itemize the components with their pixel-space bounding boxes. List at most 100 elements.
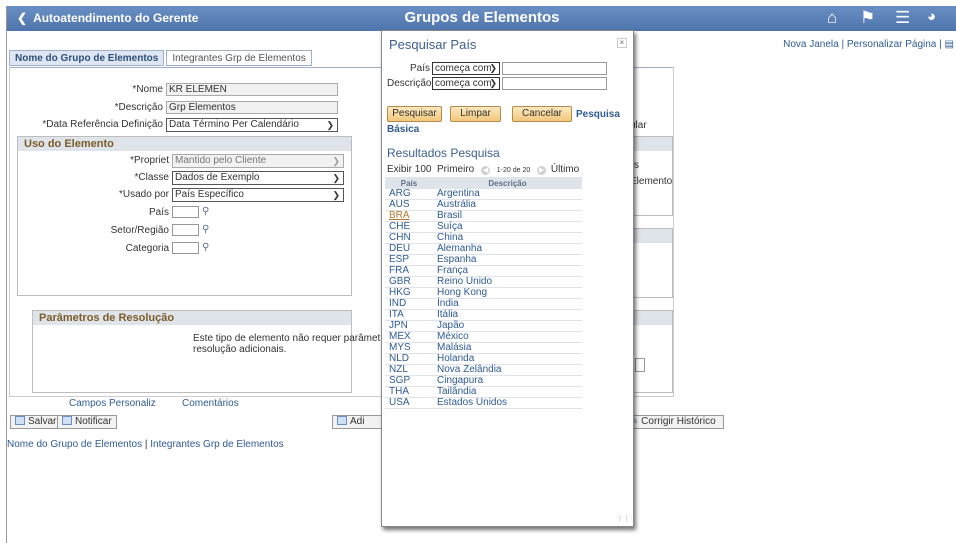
col-header-pais[interactable]: País [385, 177, 433, 189]
table-row[interactable]: NZL Nova Zelândia [385, 364, 582, 377]
add-button[interactable]: Adi [332, 415, 382, 429]
pais-search-input[interactable] [502, 62, 607, 75]
country-code[interactable]: SGP [385, 375, 433, 388]
last-label[interactable]: Último [551, 164, 579, 175]
nome-field[interactable]: KR ELEMEN [166, 83, 338, 96]
table-row[interactable]: CHE Suíça [385, 221, 582, 234]
country-code[interactable]: CHE [385, 221, 433, 234]
table-row[interactable]: HKG Hong Kong [385, 287, 582, 300]
country-code[interactable]: MYS [385, 342, 433, 355]
setor-regiao-field[interactable] [172, 224, 199, 236]
comentarios-link[interactable]: Comentários [182, 398, 239, 409]
country-code[interactable]: JPN [385, 320, 433, 333]
country-code[interactable]: NLD [385, 353, 433, 366]
country-code[interactable]: NZL [385, 364, 433, 377]
country-code[interactable]: IND [385, 298, 433, 311]
country-code[interactable]: BRA [385, 210, 433, 223]
country-name[interactable]: Alemanha [433, 243, 582, 256]
tab-nome-grupo[interactable]: Nome do Grupo de Elementos [9, 50, 165, 66]
country-name[interactable]: Argentina [433, 189, 582, 201]
country-code[interactable]: GBR [385, 276, 433, 289]
personalize-page-link[interactable]: Personalizar Página [847, 39, 937, 50]
table-row[interactable]: AUS Austrália [385, 199, 582, 212]
search-icon[interactable]: ⚲ [202, 224, 209, 235]
close-icon[interactable]: × [617, 38, 627, 48]
menu-icon[interactable]: ☰ [895, 8, 910, 28]
table-row[interactable]: SGP Cingapura [385, 375, 582, 388]
country-name[interactable]: Tailândia [433, 386, 582, 399]
table-row[interactable]: JPN Japão [385, 320, 582, 333]
basic-search-link[interactable]: Pesquisa [576, 109, 620, 120]
table-row[interactable]: USA Estados Unidos [385, 397, 582, 410]
data-referencia-select[interactable]: Data Término Per Calendário ❯ [166, 118, 338, 132]
cancel-button[interactable]: Cancelar [512, 106, 572, 122]
country-name[interactable]: Espanha [433, 254, 582, 267]
table-row[interactable]: THA Tailândia [385, 386, 582, 399]
clear-button[interactable]: Limpar [450, 106, 501, 122]
table-row[interactable]: IND Índia [385, 298, 582, 311]
country-code[interactable]: THA [385, 386, 433, 399]
country-name[interactable]: Cingapura [433, 375, 582, 388]
country-name[interactable]: Estados Unidos [433, 397, 582, 410]
country-name[interactable]: Austrália [433, 199, 582, 212]
first-label[interactable]: Primeiro [437, 164, 474, 175]
table-row[interactable]: DEU Alemanha [385, 243, 582, 256]
country-name[interactable]: Japão [433, 320, 582, 333]
help-icon[interactable]: ▤ [945, 39, 954, 50]
pais-operator-select[interactable]: começa com ❯ [432, 62, 500, 75]
country-code[interactable]: DEU [385, 243, 433, 256]
bottom-link-integrantes[interactable]: Integrantes Grp de Elementos [150, 439, 283, 450]
search-button[interactable]: Pesquisar [387, 106, 442, 122]
exibir-link[interactable]: Exibir 100 [387, 164, 431, 175]
country-code[interactable]: ITA [385, 309, 433, 322]
country-code[interactable]: HKG [385, 287, 433, 300]
campos-personaliz-link[interactable]: Campos Personaliz [69, 398, 156, 409]
notify-button[interactable]: Notificar [57, 415, 117, 429]
descricao-search-input[interactable] [502, 77, 607, 90]
country-code[interactable]: USA [385, 397, 433, 410]
resize-handle-icon[interactable]: ⋮⋮ [616, 515, 630, 523]
previous-icon[interactable]: ◀ [481, 166, 491, 175]
flag-icon[interactable]: ⚑ [860, 8, 875, 28]
categoria-field[interactable] [172, 242, 199, 254]
country-code[interactable]: CHN [385, 232, 433, 245]
country-name[interactable]: Índia [433, 298, 582, 311]
new-window-link[interactable]: Nova Janela [783, 39, 839, 50]
table-row[interactable]: CHN China [385, 232, 582, 245]
table-row[interactable]: NLD Holanda [385, 353, 582, 366]
country-code[interactable]: ESP [385, 254, 433, 267]
next-icon[interactable]: ▶ [537, 166, 547, 175]
descricao-operator-select[interactable]: começa com ❯ [432, 77, 500, 90]
country-name[interactable]: Itália [433, 309, 582, 322]
classe-select[interactable]: Dados de Exemplo ❯ [172, 171, 344, 185]
country-name[interactable]: Holanda [433, 353, 582, 366]
country-name[interactable]: Suíça [433, 221, 582, 234]
table-row[interactable]: MYS Malásia [385, 342, 582, 355]
country-name[interactable]: Nova Zelândia [433, 364, 582, 377]
country-name[interactable]: Brasil [433, 210, 582, 223]
country-code[interactable]: AUS [385, 199, 433, 212]
correct-history-button[interactable]: ✎ Corrigir Histórico [625, 415, 724, 429]
save-button[interactable]: Salvar [10, 415, 62, 429]
country-code[interactable]: FRA [385, 265, 433, 278]
table-row[interactable]: GBR Reino Unido [385, 276, 582, 289]
bottom-link-nome-grupo[interactable]: Nome do Grupo de Elementos [7, 439, 142, 450]
tab-integrantes[interactable]: Integrantes Grp de Elementos [166, 50, 312, 66]
descricao-field[interactable]: Grp Elementos [166, 101, 338, 114]
country-code[interactable]: ARG [385, 189, 433, 201]
pais-field[interactable] [172, 206, 199, 218]
country-code[interactable]: MEX [385, 331, 433, 344]
search-icon[interactable]: ⚲ [202, 206, 209, 217]
col-header-descricao[interactable]: Descrição [433, 177, 582, 189]
navbar-icon[interactable]: ◕ [927, 8, 936, 25]
usado-por-select[interactable]: País Específico ❯ [172, 188, 344, 202]
basic-search-link-2[interactable]: Básica [387, 124, 419, 135]
country-name[interactable]: China [433, 232, 582, 245]
country-name[interactable]: México [433, 331, 582, 344]
table-row[interactable]: FRA França [385, 265, 582, 278]
table-row[interactable]: ARG Argentina [385, 189, 582, 201]
table-row[interactable]: MEX México [385, 331, 582, 344]
home-icon[interactable]: ⌂ [827, 8, 837, 28]
table-row[interactable]: ESP Espanha [385, 254, 582, 267]
country-name[interactable]: Malásia [433, 342, 582, 355]
